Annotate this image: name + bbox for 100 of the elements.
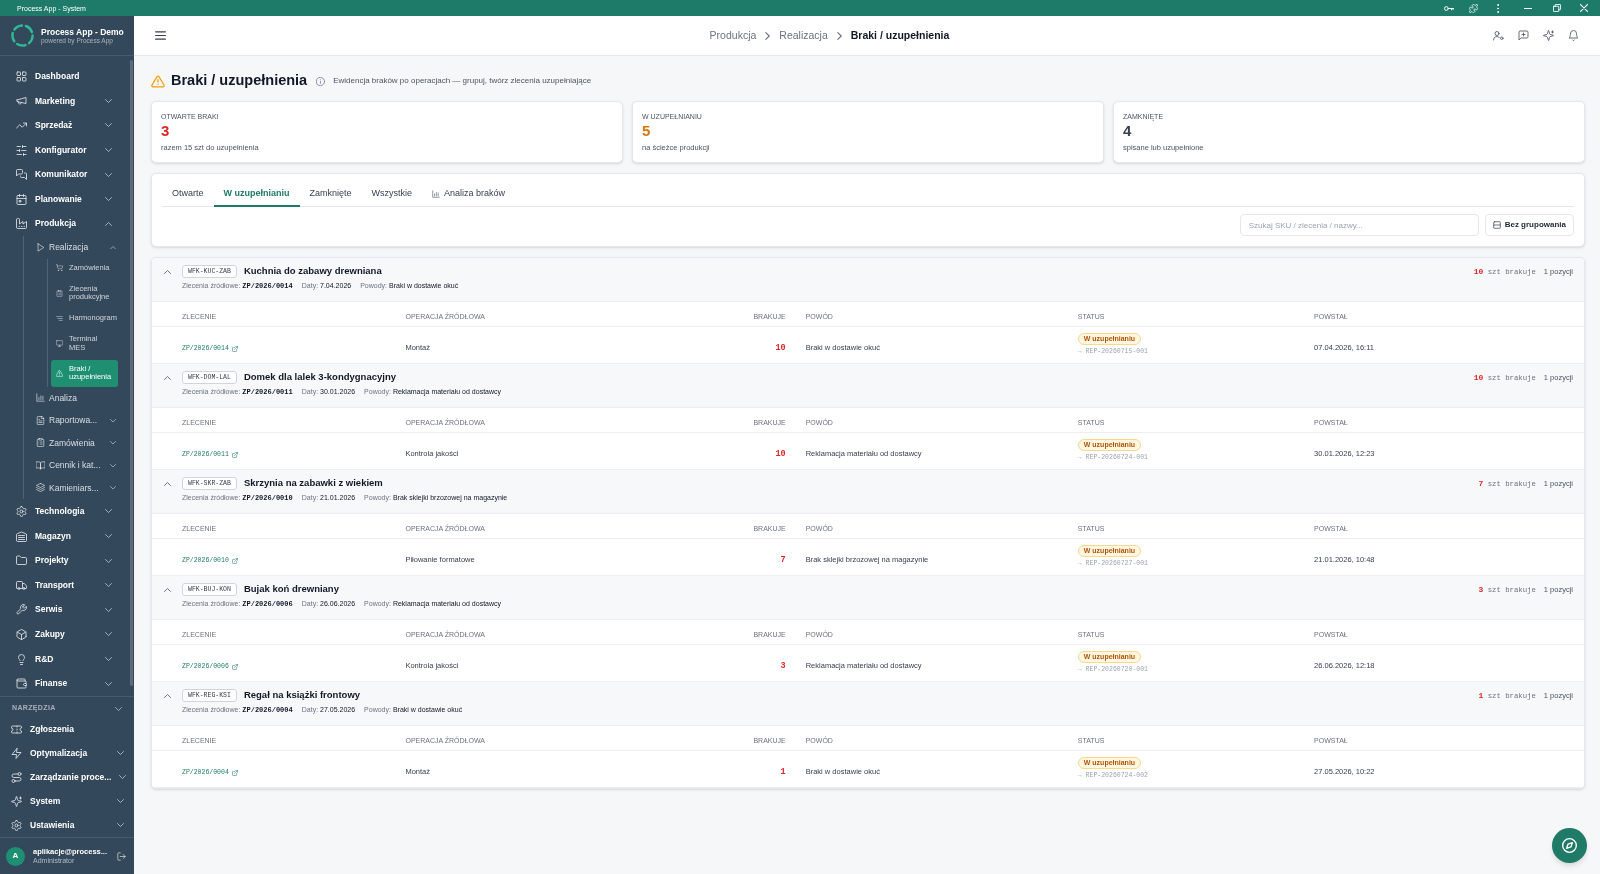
lightbulb-icon xyxy=(16,653,27,665)
chevron-up-icon[interactable] xyxy=(164,693,171,698)
truck-icon xyxy=(16,579,27,591)
restore-icon[interactable] xyxy=(1553,4,1561,12)
sidebar-item[interactable]: Serwis xyxy=(0,597,129,623)
sidebar-item[interactable]: Kamieniars... xyxy=(24,476,129,500)
missing-quantity: 10 xyxy=(775,449,786,459)
route-icon xyxy=(11,771,22,783)
wallet-icon xyxy=(16,678,27,690)
external-link-icon xyxy=(231,557,238,564)
minimize-icon[interactable] xyxy=(1524,7,1532,9)
scrollbar-thumb[interactable] xyxy=(130,60,133,686)
missing-quantity: 10 xyxy=(775,343,786,353)
puzzle-icon[interactable] xyxy=(1469,3,1478,13)
group-title: Regał na książki frontowy xyxy=(243,688,361,703)
group-title: Kuchnia do zabawy drewniana xyxy=(243,264,382,279)
sidebar-item[interactable]: Transport xyxy=(0,572,129,598)
breadcrumb-link[interactable]: Realizacja xyxy=(779,27,828,44)
warning-icon xyxy=(151,74,165,88)
play-icon xyxy=(36,242,45,252)
external-link-icon xyxy=(231,345,238,352)
sidebar-item[interactable]: R&D xyxy=(0,646,129,672)
sidebar-item[interactable]: Cennik i kat... xyxy=(24,454,129,477)
group-title: Bujak koń drewniany xyxy=(243,582,339,597)
rows-icon xyxy=(1492,221,1501,229)
sidebar-item[interactable]: Analiza xyxy=(24,386,129,410)
chevron-down-icon[interactable] xyxy=(115,706,122,711)
tab[interactable]: W uzupełnianiu xyxy=(213,182,300,207)
calendar-icon xyxy=(16,193,27,205)
external-link-icon xyxy=(231,663,238,670)
page-title: Braki / uzupełnienia xyxy=(171,71,308,91)
sidebar-item[interactable]: Dashboard xyxy=(0,64,129,89)
cart-icon xyxy=(56,264,63,272)
clipboard-icon xyxy=(56,289,63,297)
ticket-icon xyxy=(11,723,22,735)
breadcrumb-link[interactable]: Produkcja xyxy=(709,27,757,44)
info-icon xyxy=(316,76,326,86)
chevron-up-icon[interactable] xyxy=(164,375,171,380)
sidebar-item[interactable]: Finanse xyxy=(0,671,129,696)
tab[interactable]: Wszystkie xyxy=(361,182,423,207)
sidebar-item[interactable]: Konfigurator xyxy=(0,137,129,163)
package-icon xyxy=(16,628,27,640)
close-icon[interactable] xyxy=(1580,4,1588,12)
logout-icon[interactable] xyxy=(117,851,126,861)
grid-icon xyxy=(16,70,27,82)
missing-quantity: 7 xyxy=(780,555,786,565)
sidebar-item[interactable]: Magazyn xyxy=(0,523,129,549)
gear-icon xyxy=(16,505,27,517)
brand-name: Process App - Demo xyxy=(41,26,124,37)
sidebar-item[interactable]: Optymalizacja xyxy=(0,741,134,765)
sidebar-item[interactable]: Ustawienia xyxy=(0,813,134,837)
missing-quantity: 3 xyxy=(780,661,786,671)
monitor-icon xyxy=(56,340,63,348)
sparkles-icon xyxy=(11,795,22,807)
search-field[interactable]: Szukaj SKU / zlecenia / nazwy... xyxy=(1239,214,1479,236)
group-title: Skrzynia na zabawki z wiekiem xyxy=(243,476,383,491)
sidebar-item[interactable]: Komunikator xyxy=(0,162,129,187)
tab[interactable]: Zamknięte xyxy=(299,182,362,207)
list-icon xyxy=(56,314,63,322)
key-icon[interactable] xyxy=(1444,4,1454,12)
sidebar-item[interactable]: Zgłoszenia xyxy=(0,717,134,741)
sparkles-icon[interactable] xyxy=(1543,30,1554,41)
external-link-icon xyxy=(231,769,238,776)
book-icon xyxy=(36,460,45,470)
warning-icon xyxy=(56,369,63,377)
document-icon xyxy=(36,415,45,425)
message-plus-icon[interactable] xyxy=(1518,30,1529,41)
grouping-button[interactable]: Bez grupowania xyxy=(1484,214,1574,236)
chevron-up-icon[interactable] xyxy=(164,587,171,592)
stat-value: 4 xyxy=(1123,123,1133,139)
user-avatar[interactable]: A xyxy=(6,846,25,866)
breadcrumb-link[interactable]: Braki / uzupełnienia xyxy=(850,27,950,44)
stat-value: 5 xyxy=(642,123,652,139)
sidebar-item[interactable]: System xyxy=(0,789,134,813)
sidebar-item[interactable]: Marketing xyxy=(0,88,129,114)
lightning-icon xyxy=(11,747,22,759)
sidebar-item[interactable]: Zarządzanie proce... xyxy=(0,765,134,789)
tab[interactable]: Otwarte xyxy=(162,182,214,207)
chevron-up-icon[interactable] xyxy=(164,481,171,486)
compass-button[interactable] xyxy=(1552,828,1587,863)
chevron-up-icon[interactable] xyxy=(164,269,171,274)
warehouse-icon xyxy=(16,530,27,542)
wrench-icon xyxy=(16,604,27,616)
menu-icon[interactable] xyxy=(155,31,166,40)
sidebar-item[interactable]: Raportowa... xyxy=(24,409,129,432)
sidebar-item[interactable]: Technologia xyxy=(0,499,129,524)
sidebar-item[interactable]: Zakupy xyxy=(0,622,129,647)
sidebar-item[interactable]: Planowanie xyxy=(0,186,129,212)
sidebar-item[interactable]: Zamówienia xyxy=(24,431,129,455)
tab[interactable]: Analiza braków xyxy=(422,182,516,207)
sidebar-item[interactable]: Produkcja xyxy=(0,211,129,237)
sidebar-item[interactable]: Projekty xyxy=(0,548,129,573)
bar-chart-icon xyxy=(432,189,441,198)
layers-icon xyxy=(36,483,45,493)
gear-icon xyxy=(11,819,22,831)
chevron-right-icon xyxy=(765,31,771,40)
bell-icon[interactable] xyxy=(1568,30,1579,41)
sidebar-item[interactable]: Realizacja xyxy=(24,236,129,259)
sidebar-item[interactable]: Sprzedaż xyxy=(0,113,129,138)
user-settings-icon[interactable] xyxy=(1493,30,1504,41)
